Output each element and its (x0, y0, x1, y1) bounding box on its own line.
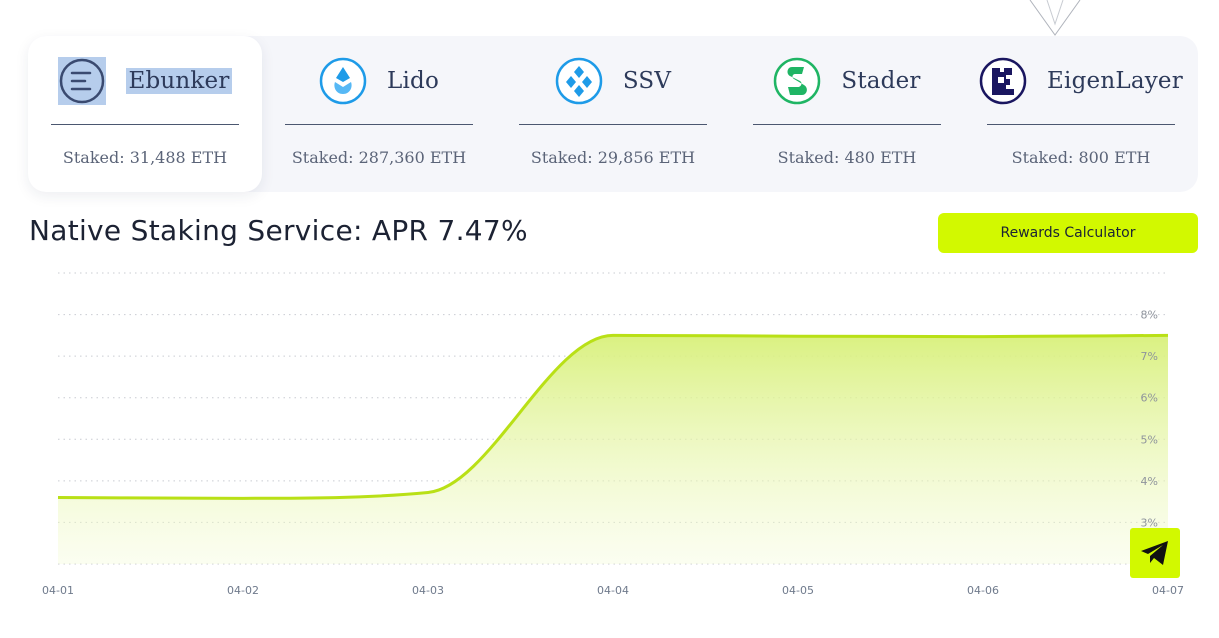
tab-divider (753, 124, 941, 125)
tab-divider (51, 124, 239, 125)
provider-name: EigenLayer (1047, 68, 1183, 94)
provider-staked: Staked: 29,856 ETH (530, 148, 696, 167)
provider-tab-ebunker[interactable]: Ebunker Staked: 31,488 ETH (28, 36, 262, 192)
provider-tab-eigenlayer[interactable]: EigenLayer Staked: 800 ETH (964, 36, 1198, 192)
tab-divider (285, 124, 473, 125)
provider-name: Lido (387, 68, 439, 94)
tab-divider (519, 124, 707, 125)
provider-name: Ebunker (126, 68, 232, 94)
y-tick-label: 8% (1141, 309, 1158, 322)
provider-staked: Staked: 480 ETH (777, 148, 917, 167)
eigenlayer-icon (979, 57, 1027, 105)
y-tick-label: 5% (1141, 433, 1158, 446)
telegram-icon (1141, 541, 1168, 565)
ssv-icon (555, 57, 603, 105)
provider-staked: Staked: 287,360 ETH (291, 148, 467, 167)
x-tick-label: 04-04 (597, 584, 629, 597)
x-tick-label: 04-07 (1152, 584, 1184, 597)
y-tick-label: 6% (1141, 392, 1158, 405)
x-tick-label: 04-01 (42, 584, 74, 597)
telegram-button[interactable] (1130, 528, 1180, 578)
x-tick-label: 04-02 (227, 584, 259, 597)
provider-name: SSV (622, 68, 672, 94)
y-tick-label: 4% (1141, 475, 1158, 488)
x-tick-label: 04-05 (782, 584, 814, 597)
page-title: Native Staking Service: APR 7.47% (29, 214, 528, 247)
provider-name: Stader (841, 68, 921, 94)
provider-staked: Staked: 800 ETH (1011, 148, 1151, 167)
y-tick-label: 7% (1141, 350, 1158, 363)
apr-chart: 3%4%5%6%7%8% 04-01 04-02 04-03 04-04 04-05 04… (42, 272, 1184, 597)
apr-area (58, 335, 1168, 564)
provider-tabs: Ebunker Staked: 31,488 ETH Lido Staked: … (28, 36, 1198, 192)
x-tick-label: 04-06 (967, 584, 999, 597)
x-tick-label: 04-03 (412, 584, 444, 597)
provider-tab-ssv[interactable]: SSV Staked: 29,856 ETH (496, 36, 730, 192)
provider-staked: Staked: 31,488 ETH (62, 148, 228, 167)
rewards-calculator-button[interactable]: Rewards Calculator (938, 213, 1198, 253)
provider-tab-stader[interactable]: Stader Staked: 480 ETH (730, 36, 964, 192)
tab-divider (987, 124, 1175, 125)
lido-icon (319, 57, 367, 105)
ebunker-icon (58, 57, 107, 105)
stader-icon (774, 57, 821, 105)
provider-tab-lido[interactable]: Lido Staked: 287,360 ETH (262, 36, 496, 192)
decorative-chevron-icon (1029, 0, 1081, 36)
